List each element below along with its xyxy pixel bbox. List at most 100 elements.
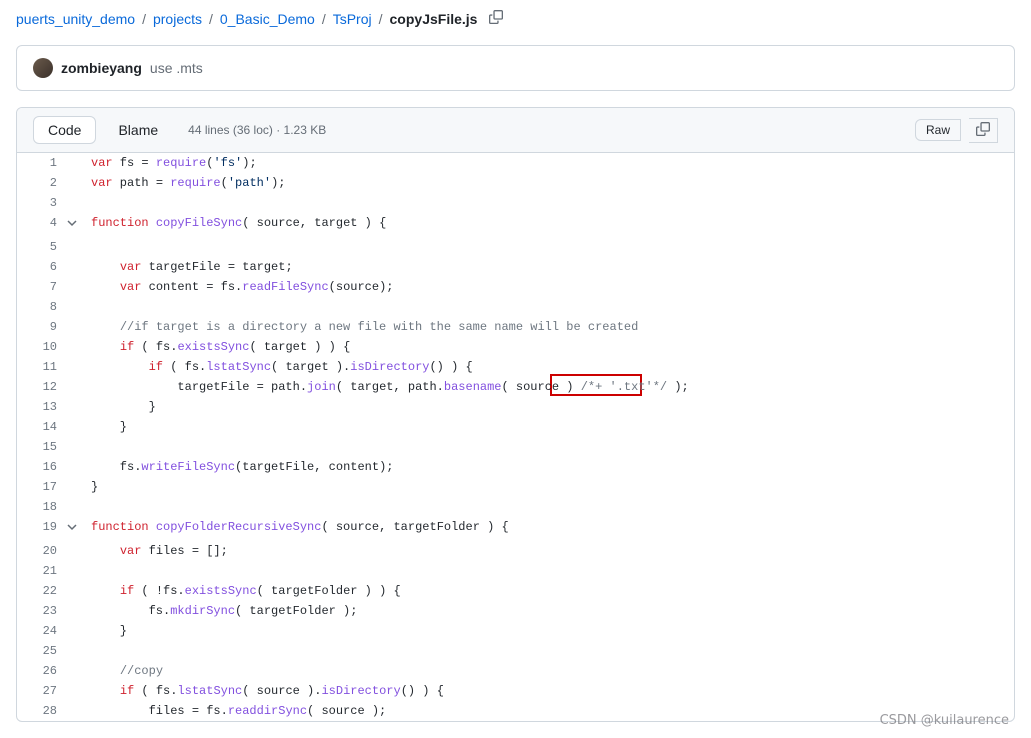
line-content[interactable]: if ( !fs.existsSync( targetFolder ) ) { bbox=[83, 581, 401, 601]
breadcrumb-root[interactable]: puerts_unity_demo bbox=[16, 11, 135, 27]
line-content[interactable]: } bbox=[83, 417, 127, 437]
code-line: 10 if ( fs.existsSync( target ) ) { bbox=[17, 337, 1014, 357]
breadcrumb-current: copyJsFile.js bbox=[390, 11, 478, 27]
line-content[interactable]: targetFile = path.join( target, path.bas… bbox=[83, 377, 689, 397]
line-number[interactable]: 10 bbox=[17, 337, 67, 357]
code-line: 1 var fs = require('fs'); bbox=[17, 153, 1014, 173]
code-line: 8 bbox=[17, 297, 1014, 317]
line-number[interactable]: 22 bbox=[17, 581, 67, 601]
line-content[interactable] bbox=[83, 237, 98, 257]
fold-chevron-icon[interactable] bbox=[67, 517, 83, 541]
code-line: 7 var content = fs.readFileSync(source); bbox=[17, 277, 1014, 297]
line-number[interactable]: 2 bbox=[17, 173, 67, 193]
line-content[interactable] bbox=[83, 193, 98, 213]
code-line: 6 var targetFile = target; bbox=[17, 257, 1014, 277]
line-content[interactable] bbox=[83, 437, 98, 457]
line-content[interactable]: if ( fs.lstatSync( source ).isDirectory(… bbox=[83, 681, 444, 701]
line-number[interactable]: 7 bbox=[17, 277, 67, 297]
line-number[interactable]: 15 bbox=[17, 437, 67, 457]
copy-raw-icon[interactable] bbox=[969, 118, 998, 143]
fold-chevron-icon bbox=[67, 173, 83, 193]
fold-chevron-icon bbox=[67, 641, 83, 661]
code-line: 28 files = fs.readdirSync( source ); bbox=[17, 701, 1014, 721]
copy-path-icon[interactable] bbox=[483, 10, 503, 27]
fold-chevron-icon bbox=[67, 397, 83, 417]
file-view: Code Blame 44 lines (36 loc) · 1.23 KB R… bbox=[16, 107, 1015, 722]
line-number[interactable]: 18 bbox=[17, 497, 67, 517]
line-content[interactable] bbox=[83, 297, 98, 317]
line-content[interactable]: //if target is a directory a new file wi… bbox=[83, 317, 638, 337]
line-content[interactable]: function copyFileSync( source, target ) … bbox=[83, 213, 386, 237]
breadcrumb-tsproj[interactable]: TsProj bbox=[333, 11, 372, 27]
line-number[interactable]: 3 bbox=[17, 193, 67, 213]
fold-chevron-icon bbox=[67, 277, 83, 297]
code-line: 25 bbox=[17, 641, 1014, 661]
line-number[interactable]: 9 bbox=[17, 317, 67, 337]
line-content[interactable]: files = fs.readdirSync( source ); bbox=[83, 701, 386, 721]
blame-tab[interactable]: Blame bbox=[104, 117, 172, 143]
line-number[interactable]: 20 bbox=[17, 541, 67, 561]
line-content[interactable] bbox=[83, 561, 98, 581]
file-info: 44 lines (36 loc) · 1.23 KB bbox=[188, 123, 326, 137]
line-number[interactable]: 4 bbox=[17, 213, 67, 237]
line-number[interactable]: 16 bbox=[17, 457, 67, 477]
fold-chevron-icon bbox=[67, 337, 83, 357]
code-line: 2 var path = require('path'); bbox=[17, 173, 1014, 193]
line-number[interactable]: 19 bbox=[17, 517, 67, 541]
commit-author[interactable]: zombieyang bbox=[61, 60, 142, 76]
fold-chevron-icon bbox=[67, 377, 83, 397]
code-line: 14 } bbox=[17, 417, 1014, 437]
line-content[interactable]: } bbox=[83, 477, 98, 497]
avatar[interactable] bbox=[33, 58, 53, 78]
line-number[interactable]: 13 bbox=[17, 397, 67, 417]
line-content[interactable] bbox=[83, 497, 98, 517]
line-content[interactable]: function copyFolderRecursiveSync( source… bbox=[83, 517, 509, 541]
fold-chevron-icon bbox=[67, 193, 83, 213]
line-number[interactable]: 24 bbox=[17, 621, 67, 641]
code-tab[interactable]: Code bbox=[33, 116, 96, 144]
line-content[interactable]: if ( fs.existsSync( target ) ) { bbox=[83, 337, 350, 357]
line-number[interactable]: 6 bbox=[17, 257, 67, 277]
breadcrumb: puerts_unity_demo / projects / 0_Basic_D… bbox=[0, 0, 1031, 45]
code-line: 13 } bbox=[17, 397, 1014, 417]
line-number[interactable]: 11 bbox=[17, 357, 67, 377]
line-number[interactable]: 21 bbox=[17, 561, 67, 581]
line-content[interactable]: var path = require('path'); bbox=[83, 173, 285, 193]
line-number[interactable]: 1 bbox=[17, 153, 67, 173]
code-line: 19 function copyFolderRecursiveSync( sour… bbox=[17, 517, 1014, 541]
line-content[interactable]: if ( fs.lstatSync( target ).isDirectory(… bbox=[83, 357, 473, 377]
fold-chevron-icon bbox=[67, 497, 83, 517]
line-content[interactable]: var files = []; bbox=[83, 541, 228, 561]
fold-chevron-icon[interactable] bbox=[67, 213, 83, 237]
line-content[interactable]: var content = fs.readFileSync(source); bbox=[83, 277, 393, 297]
line-number[interactable]: 8 bbox=[17, 297, 67, 317]
line-number[interactable]: 28 bbox=[17, 701, 67, 721]
fold-chevron-icon bbox=[67, 317, 83, 337]
line-content[interactable]: var fs = require('fs'); bbox=[83, 153, 257, 173]
line-content[interactable]: } bbox=[83, 397, 156, 417]
raw-button[interactable]: Raw bbox=[915, 119, 961, 141]
line-content[interactable]: fs.mkdirSync( targetFolder ); bbox=[83, 601, 357, 621]
fold-chevron-icon bbox=[67, 681, 83, 701]
line-number[interactable]: 12 bbox=[17, 377, 67, 397]
fold-chevron-icon bbox=[67, 417, 83, 437]
line-content[interactable] bbox=[83, 641, 98, 661]
breadcrumb-projects[interactable]: projects bbox=[153, 11, 202, 27]
commit-message[interactable]: use .mts bbox=[150, 60, 203, 76]
line-number[interactable]: 26 bbox=[17, 661, 67, 681]
line-number[interactable]: 23 bbox=[17, 601, 67, 621]
line-number[interactable]: 17 bbox=[17, 477, 67, 497]
line-content[interactable]: var targetFile = target; bbox=[83, 257, 293, 277]
line-number[interactable]: 14 bbox=[17, 417, 67, 437]
line-number[interactable]: 27 bbox=[17, 681, 67, 701]
breadcrumb-basicdemo[interactable]: 0_Basic_Demo bbox=[220, 11, 315, 27]
line-number[interactable]: 5 bbox=[17, 237, 67, 257]
code-line: 5 bbox=[17, 237, 1014, 257]
line-number[interactable]: 25 bbox=[17, 641, 67, 661]
line-content[interactable]: fs.writeFileSync(targetFile, content); bbox=[83, 457, 393, 477]
line-content[interactable]: } bbox=[83, 621, 127, 641]
code-line: 23 fs.mkdirSync( targetFolder ); bbox=[17, 601, 1014, 621]
line-content[interactable]: //copy bbox=[83, 661, 163, 681]
code-area: 1 var fs = require('fs'); 2 var path = requ… bbox=[17, 153, 1014, 721]
breadcrumb-sep: / bbox=[379, 11, 383, 27]
